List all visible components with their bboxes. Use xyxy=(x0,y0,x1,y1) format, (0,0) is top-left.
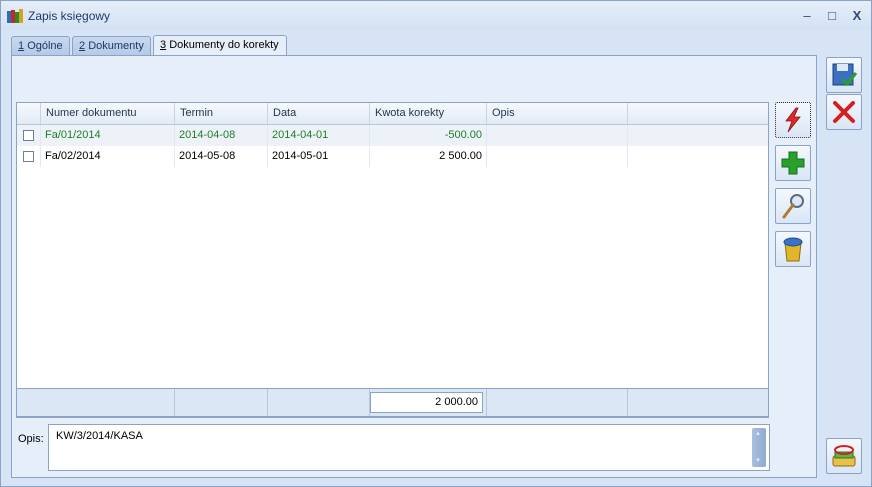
scroll-down-icon[interactable]: ▼ xyxy=(755,458,761,464)
close-button[interactable]: X xyxy=(847,7,867,25)
footer-cell xyxy=(268,389,370,416)
cell-data: 2014-05-01 xyxy=(268,146,370,167)
header-kwota-korekty[interactable]: Kwota korekty xyxy=(370,103,487,124)
row-checkbox[interactable] xyxy=(23,130,34,141)
cell-kwota: 2 500.00 xyxy=(370,146,487,167)
tab-key: 1 xyxy=(18,40,25,52)
header-data[interactable]: Data xyxy=(268,103,370,124)
cell-termin: 2014-05-08 xyxy=(175,146,268,167)
cell-numer: Fa/02/2014 xyxy=(41,146,175,167)
checkbox-cell xyxy=(17,125,41,146)
opis-label: Opis: xyxy=(18,433,44,445)
tab-label: Ogólne xyxy=(27,40,63,52)
accounting-icon xyxy=(832,445,856,467)
tab-ogolne[interactable]: 1 Ogólne xyxy=(11,36,70,56)
tab-panel: Numer dokumentu Termin Data Kwota korekt… xyxy=(11,55,817,478)
save-button[interactable] xyxy=(826,57,862,93)
save-icon xyxy=(832,63,858,87)
opis-field[interactable]: KW/3/2014/KASA ▲ ▼ xyxy=(48,424,770,471)
lightning-icon xyxy=(785,107,801,133)
trash-icon xyxy=(783,237,803,262)
footer-cell xyxy=(17,389,175,416)
magnifier-icon xyxy=(782,194,804,219)
generate-correction-button[interactable] xyxy=(775,102,811,138)
grid-header: Numer dokumentu Termin Data Kwota korekt… xyxy=(17,103,768,125)
row-checkbox[interactable] xyxy=(23,151,34,162)
header-termin[interactable]: Termin xyxy=(175,103,268,124)
accounting-button[interactable] xyxy=(826,438,862,474)
cell-kwota: -500.00 xyxy=(370,125,487,146)
minimize-button[interactable]: – xyxy=(797,7,817,25)
opis-scrollbar[interactable]: ▲ ▼ xyxy=(752,428,766,467)
table-row[interactable]: Fa/02/2014 2014-05-08 2014-05-01 2 500.0… xyxy=(17,146,768,167)
footer-cell xyxy=(175,389,268,416)
cancel-button[interactable] xyxy=(826,94,862,130)
header-numer-dokumentu[interactable]: Numer dokumentu xyxy=(41,103,175,124)
books-icon xyxy=(7,9,23,23)
maximize-button[interactable]: □ xyxy=(822,7,842,25)
grid-summary-footer: 2 000.00 xyxy=(16,388,769,417)
delete-button[interactable] xyxy=(775,231,811,267)
tab-key: 2 xyxy=(79,40,86,52)
cancel-icon xyxy=(833,101,855,123)
header-checkbox-column[interactable] xyxy=(17,103,41,124)
tab-dokumenty[interactable]: 2 Dokumenty xyxy=(72,36,151,56)
cell-opis xyxy=(487,146,628,167)
tab-dokumenty-do-korekty[interactable]: 3 Dokumenty do korekty xyxy=(153,35,287,56)
opis-value: KW/3/2014/KASA xyxy=(56,430,143,442)
tab-label: Dokumenty xyxy=(88,40,144,52)
cell-numer: Fa/01/2014 xyxy=(41,125,175,146)
cell-opis xyxy=(487,125,628,146)
checkbox-cell xyxy=(17,146,41,167)
documents-grid: Numer dokumentu Termin Data Kwota korekt… xyxy=(16,102,769,418)
title-bar: Zapis księgowy – □ X xyxy=(1,1,871,31)
plus-icon xyxy=(781,151,805,175)
preview-button[interactable] xyxy=(775,188,811,224)
footer-cell xyxy=(487,389,628,416)
cell-data: 2014-04-01 xyxy=(268,125,370,146)
kwota-total: 2 000.00 xyxy=(370,392,483,413)
tab-key: 3 xyxy=(160,39,167,51)
table-row[interactable]: Fa/01/2014 2014-04-08 2014-04-01 -500.00 xyxy=(17,125,768,146)
add-button[interactable] xyxy=(775,145,811,181)
window-title: Zapis księgowy xyxy=(28,9,111,23)
scroll-up-icon[interactable]: ▲ xyxy=(755,431,761,437)
window: Zapis księgowy – □ X 1 Ogólne 2 Dokument… xyxy=(0,0,872,487)
cell-termin: 2014-04-08 xyxy=(175,125,268,146)
tab-label: Dokumenty do korekty xyxy=(169,39,279,51)
header-opis[interactable]: Opis xyxy=(487,103,628,124)
